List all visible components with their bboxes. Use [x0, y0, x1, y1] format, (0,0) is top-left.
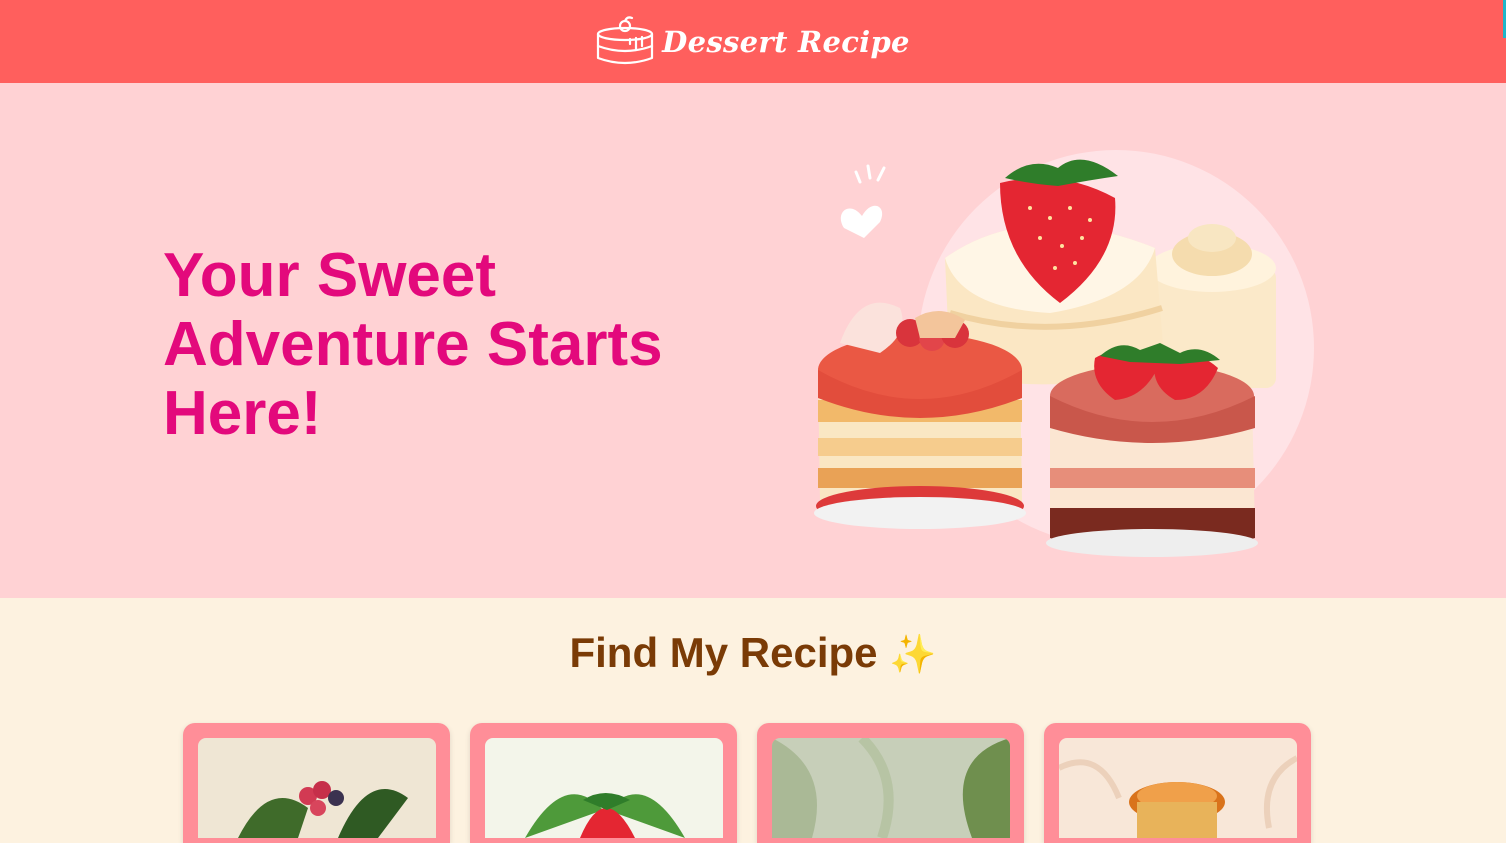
- strawberry-leaves-image: [485, 738, 723, 838]
- cake-icon: [597, 15, 654, 64]
- green-leaves-image: [772, 738, 1010, 838]
- heart-icon: [840, 164, 886, 238]
- strawberry-cakes-illustration: [814, 150, 1314, 557]
- caramel-dessert-image: [1059, 738, 1297, 838]
- site-header: Dessert Recipe: [0, 0, 1506, 83]
- recipe-card-list: [183, 723, 1311, 843]
- recipe-card[interactable]: [757, 723, 1024, 843]
- berries-leaves-image: [198, 738, 436, 838]
- recipe-card[interactable]: [183, 723, 450, 843]
- hero-title: Your Sweet Adventure Starts Here!: [163, 241, 663, 448]
- hero-section: Your Sweet Adventure Starts Here!: [0, 83, 1506, 598]
- section-title-text: Find My Recipe: [569, 629, 878, 676]
- brand-name: Dessert Recipe: [662, 24, 910, 59]
- sparkles-icon: ✨: [889, 634, 937, 676]
- find-recipe-section: Find My Recipe ✨: [0, 598, 1506, 843]
- section-title: Find My Recipe ✨: [0, 629, 1506, 677]
- recipe-card[interactable]: [470, 723, 737, 843]
- recipe-card[interactable]: [1044, 723, 1311, 843]
- brand-logo-link[interactable]: Dessert Recipe: [596, 15, 910, 68]
